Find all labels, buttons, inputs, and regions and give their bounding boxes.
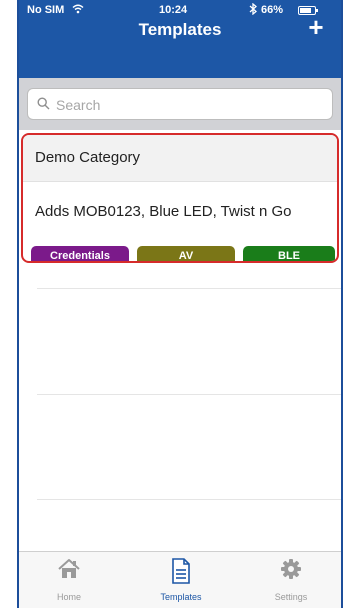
list-divider (37, 394, 341, 395)
tag-credentials: Credentials (31, 246, 129, 261)
search-input[interactable] (54, 94, 326, 116)
tag-ble: BLE (243, 246, 335, 261)
add-template-button[interactable]: + (303, 13, 329, 41)
tab-bar: Home Templates Settings (19, 551, 341, 608)
search-icon (37, 97, 50, 110)
tab-templates-label: Templates (160, 592, 202, 602)
gear-icon (280, 558, 302, 585)
category-title: Demo Category (35, 149, 141, 166)
bluetooth-icon (249, 2, 257, 18)
tab-settings-label: Settings (274, 592, 308, 602)
category-header: Demo Category (23, 135, 337, 182)
template-description: Adds MOB0123, Blue LED, Twist n Go (35, 203, 292, 220)
list-divider (37, 499, 341, 500)
tab-home[interactable]: Home (19, 552, 119, 608)
document-icon (171, 558, 191, 589)
template-card[interactable]: Demo Category Adds MOB0123, Blue LED, Tw… (21, 133, 339, 263)
tab-settings[interactable]: Settings (241, 552, 341, 608)
battery-percent: 66% (261, 4, 284, 16)
search-bar (19, 78, 341, 130)
status-bar: No SIM 10:24 66% (19, 0, 341, 20)
tab-templates[interactable]: Templates (131, 552, 231, 608)
page-title: Templates (138, 20, 222, 39)
wifi-icon (72, 4, 84, 17)
search-field[interactable] (27, 88, 333, 120)
app-frame: No SIM 10:24 66% Templates + Search Demo… (17, 0, 343, 608)
home-icon (57, 558, 81, 585)
tag-av: AV (137, 246, 235, 261)
nav-header: No SIM 10:24 66% Templates + (19, 0, 341, 78)
list-divider (37, 288, 341, 289)
clock: 10:24 (159, 4, 188, 16)
tab-home-label: Home (56, 592, 81, 602)
carrier-label: No SIM (27, 4, 65, 16)
